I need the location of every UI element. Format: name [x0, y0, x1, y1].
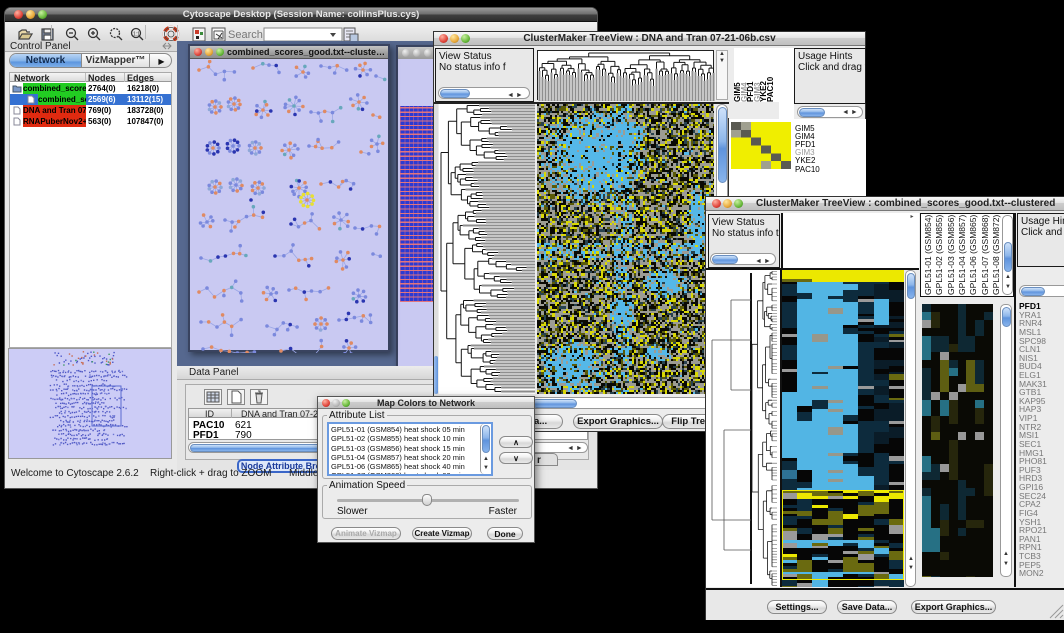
svg-text:1:1: 1:1 [133, 32, 140, 38]
svg-text:Search:: Search: [228, 29, 266, 41]
